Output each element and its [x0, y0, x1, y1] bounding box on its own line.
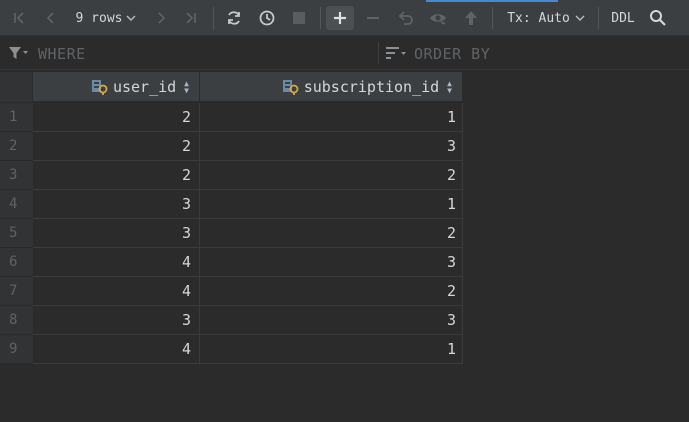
- foreign-key-icon: [282, 80, 299, 95]
- chevron-down-icon: [126, 15, 136, 21]
- cell-user-id[interactable]: 3: [33, 306, 200, 335]
- transaction-mode-label: Tx: Auto: [507, 10, 570, 26]
- cell-subscription-id[interactable]: 3: [200, 306, 463, 335]
- minus-icon: [367, 17, 379, 19]
- sort-toggle-icon[interactable]: ▲ ▼: [184, 80, 189, 95]
- chevron-left-icon: [46, 12, 54, 24]
- toolbar-separator: [492, 7, 493, 29]
- filter-bar: WHERE ORDER BY: [0, 36, 689, 70]
- cell-subscription-id[interactable]: 3: [200, 132, 463, 161]
- chevron-right-icon: [158, 12, 166, 24]
- last-page-icon: [186, 12, 196, 24]
- delete-row-button[interactable]: [362, 6, 384, 30]
- search-icon: [650, 10, 666, 26]
- select-all-corner[interactable]: [0, 72, 33, 102]
- clock-icon: [259, 10, 275, 26]
- toolbar-separator: [320, 7, 321, 29]
- sort-icon[interactable]: [386, 47, 408, 60]
- column-header-label: user_id: [112, 78, 177, 96]
- cell-user-id[interactable]: 4: [33, 335, 200, 364]
- last-page-button[interactable]: [180, 6, 202, 30]
- arrow-up-icon: [465, 11, 477, 25]
- undo-icon: [398, 11, 413, 25]
- preview-button[interactable]: [426, 6, 450, 30]
- sort-toggle-icon[interactable]: ▲ ▼: [447, 80, 452, 95]
- transaction-mode-dropdown[interactable]: Tx: Auto: [502, 6, 590, 30]
- cell-user-id[interactable]: 3: [33, 190, 200, 219]
- table-row[interactable]: 643: [0, 248, 463, 277]
- table-row[interactable]: 742: [0, 277, 463, 306]
- table-row[interactable]: 431: [0, 190, 463, 219]
- where-filter-input[interactable]: WHERE: [38, 45, 86, 63]
- rows-count-label: 9 rows: [75, 10, 123, 26]
- foreign-key-icon: [91, 80, 108, 95]
- stop-icon: [293, 12, 305, 24]
- cell-subscription-id[interactable]: 1: [200, 190, 463, 219]
- column-header-label: subscription_id: [303, 78, 440, 96]
- submit-button[interactable]: [460, 6, 482, 30]
- ddl-button[interactable]: DDL: [606, 6, 640, 30]
- cell-subscription-id[interactable]: 2: [200, 277, 463, 306]
- results-toolbar: 9 rows Tx: Auto DDL: [0, 0, 689, 36]
- cell-subscription-id[interactable]: 2: [200, 219, 463, 248]
- history-button[interactable]: [255, 6, 279, 30]
- add-row-button[interactable]: [326, 6, 354, 30]
- previous-page-button[interactable]: [40, 6, 62, 30]
- table-row[interactable]: 941: [0, 335, 463, 364]
- refresh-button[interactable]: [222, 6, 246, 30]
- column-header-user-id[interactable]: user_id ▲ ▼: [33, 72, 200, 102]
- plus-icon: [334, 12, 346, 24]
- table-row[interactable]: 121: [0, 103, 463, 132]
- grid-header: user_id ▲ ▼ subscription_id ▲ ▼: [0, 72, 463, 102]
- cell-user-id[interactable]: 2: [33, 132, 200, 161]
- cell-subscription-id[interactable]: 1: [200, 335, 463, 364]
- cell-subscription-id[interactable]: 3: [200, 248, 463, 277]
- cell-subscription-id[interactable]: 1: [200, 103, 463, 132]
- row-number-gutter: [0, 102, 33, 422]
- rows-count-dropdown[interactable]: 9 rows: [70, 6, 142, 30]
- cell-user-id[interactable]: 2: [33, 103, 200, 132]
- table-row[interactable]: 833: [0, 306, 463, 335]
- cell-user-id[interactable]: 4: [33, 248, 200, 277]
- column-header-subscription-id[interactable]: subscription_id ▲ ▼: [200, 72, 463, 102]
- active-tab-indicator: [426, 0, 558, 2]
- filter-icon[interactable]: [9, 46, 29, 60]
- next-page-button[interactable]: [150, 6, 172, 30]
- refresh-icon: [228, 11, 240, 25]
- eye-icon: [430, 14, 446, 25]
- cell-user-id[interactable]: 4: [33, 277, 200, 306]
- cell-user-id[interactable]: 2: [33, 161, 200, 190]
- table-row[interactable]: 532: [0, 219, 463, 248]
- first-page-icon: [14, 12, 24, 24]
- revert-button[interactable]: [395, 6, 417, 30]
- table-row[interactable]: 223: [0, 132, 463, 161]
- search-button[interactable]: [646, 6, 670, 30]
- ddl-label: DDL: [611, 10, 635, 26]
- stop-button[interactable]: [288, 6, 310, 30]
- table-row[interactable]: 322: [0, 161, 463, 190]
- cell-subscription-id[interactable]: 2: [200, 161, 463, 190]
- cell-user-id[interactable]: 3: [33, 219, 200, 248]
- first-page-button[interactable]: [8, 6, 30, 30]
- toolbar-separator: [598, 7, 599, 29]
- filter-separator: [378, 42, 379, 64]
- toolbar-separator: [213, 7, 214, 29]
- order-by-input[interactable]: ORDER BY: [414, 45, 490, 63]
- chevron-down-icon: [575, 15, 585, 21]
